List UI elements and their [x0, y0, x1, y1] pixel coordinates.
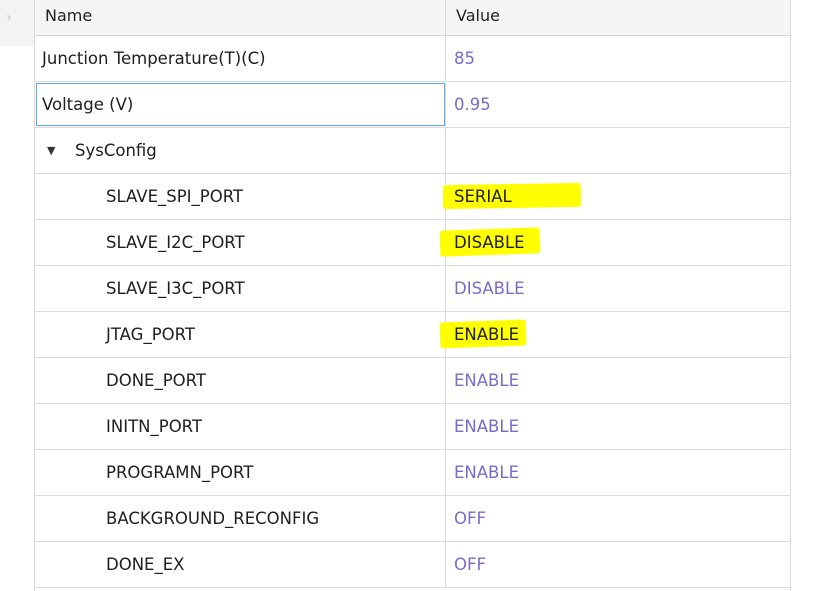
property-row[interactable]: Voltage (V) 0.95 — [35, 82, 790, 128]
column-header-name[interactable]: Name — [35, 0, 446, 36]
property-grid: Name Value Junction Temperature(T)(C) 85… — [34, 0, 791, 591]
triangle-down-icon[interactable]: ▼ — [47, 128, 61, 173]
property-row[interactable]: SLAVE_I2C_PORT DISABLE — [35, 220, 790, 266]
property-row[interactable]: SLAVE_SPI_PORT SERIAL — [35, 174, 790, 220]
group-name: ▼ SysConfig — [35, 128, 446, 173]
property-value[interactable]: OFF — [446, 542, 790, 587]
property-name: JTAG_PORT — [35, 312, 446, 357]
property-value[interactable]: DISABLE — [446, 266, 790, 311]
column-header-value[interactable]: Value — [446, 0, 790, 36]
property-name: Voltage (V) — [35, 82, 446, 127]
property-row[interactable]: BACKGROUND_RECONFIG OFF — [35, 496, 790, 542]
property-row[interactable]: SLAVE_I3C_PORT DISABLE — [35, 266, 790, 312]
property-row[interactable]: PROGRAMN_PORT ENABLE — [35, 450, 790, 496]
property-value — [446, 128, 790, 173]
property-name: DONE_PORT — [35, 358, 446, 403]
chevron-right-icon[interactable]: › — [2, 8, 16, 28]
property-value[interactable]: DISABLE — [439, 220, 790, 265]
property-name: BACKGROUND_RECONFIG — [35, 496, 446, 541]
property-value[interactable]: ENABLE — [446, 450, 790, 495]
group-row-sysconfig[interactable]: ▼ SysConfig — [35, 128, 790, 174]
property-row[interactable]: Junction Temperature(T)(C) 85 — [35, 36, 790, 82]
property-value[interactable]: ENABLE — [446, 404, 790, 449]
property-row[interactable]: INITN_PORT ENABLE — [35, 404, 790, 450]
property-name: Junction Temperature(T)(C) — [35, 36, 446, 81]
property-row[interactable]: DONE_EX OFF — [35, 542, 790, 588]
panel-collapse-strip: › — [0, 0, 34, 46]
property-value[interactable]: SERIAL — [442, 174, 790, 219]
property-value[interactable]: ENABLE — [439, 312, 790, 357]
property-name: SLAVE_SPI_PORT — [35, 174, 446, 219]
property-name: INITN_PORT — [35, 404, 446, 449]
property-row[interactable]: JTAG_PORT ENABLE — [35, 312, 790, 358]
property-name: SLAVE_I3C_PORT — [35, 266, 446, 311]
property-name: DONE_EX — [35, 542, 446, 587]
property-value[interactable]: ENABLE — [446, 358, 790, 403]
group-label: SysConfig — [75, 141, 157, 160]
property-name: SLAVE_I2C_PORT — [35, 220, 446, 265]
property-value[interactable]: OFF — [446, 496, 790, 541]
property-value[interactable]: 85 — [446, 36, 790, 81]
property-row[interactable]: DONE_PORT ENABLE — [35, 358, 790, 404]
property-value[interactable]: 0.95 — [446, 82, 790, 127]
grid-header: Name Value — [35, 0, 790, 36]
property-name: PROGRAMN_PORT — [35, 450, 446, 495]
